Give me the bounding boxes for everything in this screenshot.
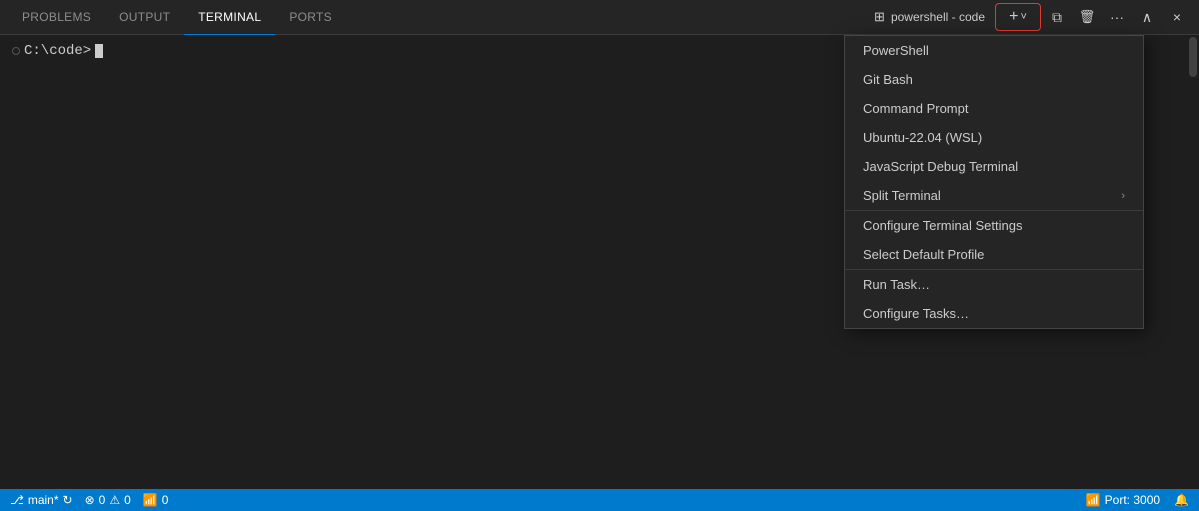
signal-icon: 📶 <box>143 493 158 507</box>
port-icon: 📶 <box>1086 493 1101 507</box>
chevron-down-icon: ˅ <box>1020 11 1026 23</box>
port-status[interactable]: 📶 Port: 3000 <box>1086 493 1160 507</box>
prompt-circle <box>12 47 20 55</box>
git-branch[interactable]: ⎇ main* ↻ <box>10 493 73 507</box>
status-bar: ⎇ main* ↻ ⊗ 0 ⚠ 0 📶 0 📶 Port: 3000 🔔 <box>0 489 1199 511</box>
prompt-path: C:\code> <box>24 43 91 59</box>
terminal-instance-label: ⊞ powershell - code <box>866 9 993 25</box>
menu-item-ubuntu[interactable]: Ubuntu-22.04 (WSL) <box>845 123 1143 152</box>
menu-item-command-prompt[interactable]: Command Prompt <box>845 94 1143 123</box>
sync-icon: ↻ <box>63 493 73 507</box>
warning-icon: ⚠ <box>109 493 120 507</box>
menu-item-configure-tasks[interactable]: Configure Tasks… <box>845 299 1143 328</box>
errors-count[interactable]: ⊗ 0 ⚠ 0 <box>85 493 131 507</box>
tab-terminal[interactable]: TERMINAL <box>184 0 275 35</box>
menu-item-run-task[interactable]: Run Task… <box>845 270 1143 299</box>
tab-output[interactable]: OUTPUT <box>105 0 184 35</box>
warning-count: 0 <box>124 493 131 507</box>
tab-problems[interactable]: PROBLEMS <box>8 0 105 35</box>
close-panel-button[interactable]: × <box>1163 3 1191 31</box>
terminal-dropdown-menu: PowerShell Git Bash Command Prompt Ubunt… <box>844 35 1144 329</box>
branch-name: main* <box>28 493 59 507</box>
bell-icon: 🔔 <box>1174 493 1189 507</box>
port-label: Port: 3000 <box>1105 493 1160 507</box>
git-branch-icon: ⎇ <box>10 493 24 507</box>
scrollbar[interactable] <box>1187 35 1199 463</box>
menu-item-split-terminal[interactable]: Split Terminal › <box>845 181 1143 210</box>
menu-item-gitbash[interactable]: Git Bash <box>845 65 1143 94</box>
terminal-cursor <box>95 44 103 58</box>
new-terminal-button[interactable]: + ˅ <box>995 3 1041 31</box>
menu-section-terminals: PowerShell Git Bash Command Prompt Ubunt… <box>845 36 1143 211</box>
status-left: ⎇ main* ↻ ⊗ 0 ⚠ 0 📶 0 <box>10 493 168 507</box>
info-value: 0 <box>162 493 169 507</box>
info-count[interactable]: 📶 0 <box>143 493 169 507</box>
menu-item-js-debug[interactable]: JavaScript Debug Terminal <box>845 152 1143 181</box>
split-icon: ⧉ <box>1052 9 1062 26</box>
menu-section-settings: Configure Terminal Settings Select Defau… <box>845 211 1143 270</box>
split-terminal-button[interactable]: ⧉ <box>1043 3 1071 31</box>
plus-icon: + <box>1009 8 1018 26</box>
menu-item-configure-settings[interactable]: Configure Terminal Settings <box>845 211 1143 240</box>
tab-bar: PROBLEMS OUTPUT TERMINAL PORTS ⊞ powersh… <box>0 0 1199 35</box>
powershell-icon: ⊞ <box>874 9 885 25</box>
status-right: 📶 Port: 3000 🔔 <box>1086 493 1189 507</box>
error-icon: ⊗ <box>85 493 95 507</box>
trash-icon: 🗑 <box>1079 9 1096 25</box>
tab-actions: ⊞ powershell - code + ˅ ⧉ 🗑 ··· ∧ × <box>866 3 1191 31</box>
more-actions-button[interactable]: ··· <box>1103 3 1131 31</box>
chevron-right-icon: › <box>1121 190 1125 202</box>
terminal-instance-name: powershell - code <box>891 10 985 24</box>
collapse-icon: ∧ <box>1142 9 1152 26</box>
ellipsis-icon: ··· <box>1110 9 1124 25</box>
menu-item-select-default-profile[interactable]: Select Default Profile <box>845 240 1143 269</box>
scrollbar-thumb[interactable] <box>1189 37 1197 77</box>
close-icon: × <box>1173 9 1181 25</box>
notification-bell[interactable]: 🔔 <box>1174 493 1189 507</box>
kill-terminal-button[interactable]: 🗑 <box>1073 3 1101 31</box>
menu-item-powershell[interactable]: PowerShell <box>845 36 1143 65</box>
tab-ports[interactable]: PORTS <box>275 0 346 35</box>
menu-section-tasks: Run Task… Configure Tasks… <box>845 270 1143 328</box>
collapse-button[interactable]: ∧ <box>1133 3 1161 31</box>
error-count: 0 <box>99 493 106 507</box>
